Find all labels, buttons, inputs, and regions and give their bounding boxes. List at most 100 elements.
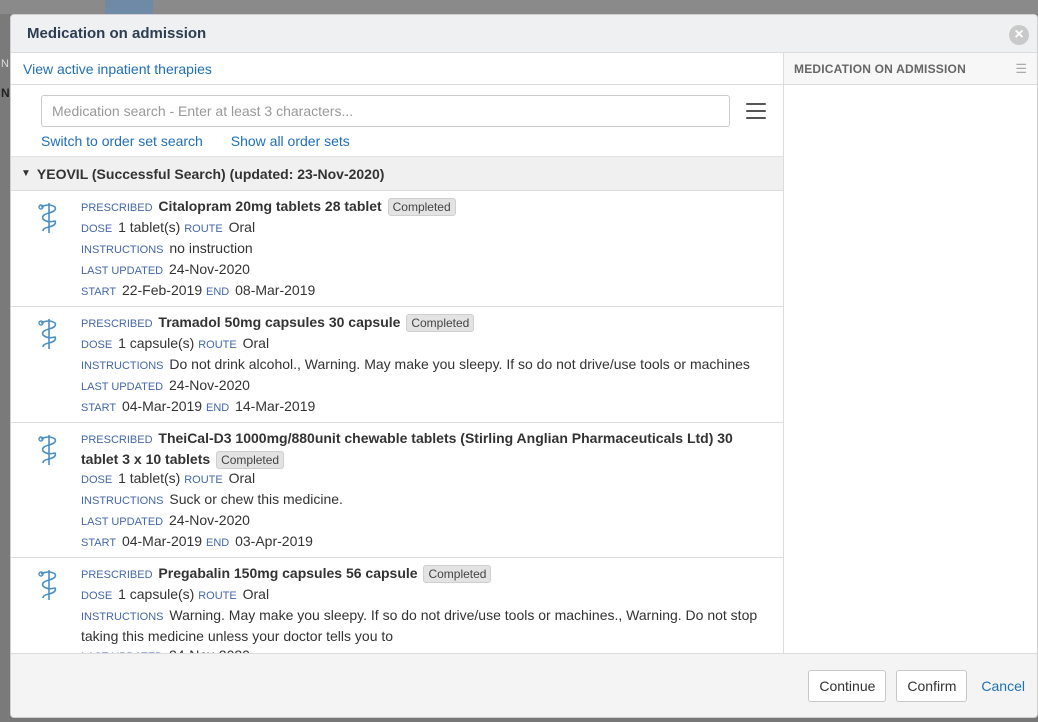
- dialog-title: Medication on admission: [27, 25, 207, 42]
- instructions-line: INSTRUCTIONS no instruction: [81, 239, 773, 260]
- menu-icon[interactable]: ☰: [1015, 61, 1027, 77]
- status-badge: Completed: [406, 314, 475, 332]
- last-updated-line: LAST UPDATED 24-Nov-2020: [81, 376, 773, 397]
- route-label: ROUTE: [184, 474, 223, 486]
- medication-list: PRESCRIBED Citalopram 20mg tablets 28 ta…: [11, 191, 783, 655]
- last-updated-value: 24-Nov-2020: [169, 512, 250, 528]
- drug-name: Pregabalin 150mg capsules 56 capsule: [158, 565, 418, 581]
- admission-pane-header: MEDICATION ON ADMISSION ☰: [784, 53, 1037, 85]
- results-group-header[interactable]: ▼ YEOVIL (Successful Search) (updated: 2…: [11, 157, 783, 191]
- end-label: END: [206, 286, 230, 298]
- instructions-label: INSTRUCTIONS: [81, 360, 164, 372]
- search-area: Switch to order set search Show all orde…: [11, 85, 783, 157]
- route-value: Oral: [228, 470, 256, 486]
- end-value: 03-Apr-2019: [235, 533, 313, 549]
- show-all-order-sets-link[interactable]: Show all order sets: [231, 133, 350, 149]
- end-label: END: [205, 537, 230, 549]
- prescribed-line: PRESCRIBED Tramadol 50mg capsules 30 cap…: [81, 313, 773, 334]
- dose-value: 1 capsule(s): [118, 335, 195, 351]
- results-group-title: YEOVIL (Successful Search) (updated: 23-…: [36, 165, 385, 182]
- background-left-edge: N N: [0, 14, 10, 722]
- prescribed-line: PRESCRIBED Pregabalin 150mg capsules 56 …: [81, 564, 773, 585]
- instructions-label: INSTRUCTIONS: [81, 244, 164, 256]
- instructions-value: Do not drink alcohol., Warning. May make…: [169, 356, 750, 372]
- view-active-therapies-link[interactable]: View active inpatient therapies: [23, 61, 212, 77]
- last-updated-value: 24-Nov-2020: [169, 377, 250, 393]
- caduceus-icon: [38, 319, 57, 349]
- medication-search-input[interactable]: [41, 95, 730, 127]
- medication-item[interactable]: PRESCRIBED TheiCal-D3 1000mg/880unit che…: [11, 423, 783, 558]
- dose-label: DOSE: [81, 474, 113, 486]
- end-value: 14-Mar-2019: [235, 398, 316, 414]
- caret-down-icon: ▼: [21, 168, 31, 179]
- background-tab: [105, 0, 153, 14]
- medication-item[interactable]: PRESCRIBED Citalopram 20mg tablets 28 ta…: [11, 191, 783, 307]
- prescribed-line: PRESCRIBED Citalopram 20mg tablets 28 ta…: [81, 197, 773, 218]
- end-value: 08-Mar-2019: [235, 282, 316, 298]
- start-label: START: [81, 286, 117, 298]
- status-badge: Completed: [387, 198, 456, 216]
- last-updated-line: LAST UPDATED 24-Nov-2020: [81, 260, 773, 281]
- admission-pane-title: MEDICATION ON ADMISSION: [794, 61, 966, 76]
- switch-to-order-set-link[interactable]: Switch to order set search: [41, 133, 203, 149]
- last-updated-label: LAST UPDATED: [81, 265, 164, 277]
- dialog-header: Medication on admission ×: [11, 15, 1037, 53]
- start-label: START: [81, 402, 117, 414]
- dose-line: DOSE 1 tablet(s) ROUTE Oral: [81, 218, 773, 239]
- route-value: Oral: [242, 586, 270, 602]
- drug-name: Tramadol 50mg capsules 30 capsule: [158, 314, 401, 330]
- background-letter-bold: N: [1, 86, 10, 100]
- cancel-link[interactable]: Cancel: [981, 678, 1025, 694]
- dose-value: 1 capsule(s): [118, 586, 195, 602]
- caduceus-icon: [38, 435, 57, 465]
- continue-button[interactable]: Continue: [808, 669, 887, 702]
- dose-label: DOSE: [81, 223, 113, 235]
- route-label: ROUTE: [184, 223, 223, 235]
- start-value: 04-Mar-2019: [121, 398, 203, 414]
- dose-label: DOSE: [81, 590, 113, 602]
- instructions-line: INSTRUCTIONS Warning. May make you sleep…: [81, 606, 773, 646]
- prescribed-label: PRESCRIBED: [81, 569, 153, 581]
- route-value: Oral: [228, 219, 256, 235]
- background-top-strip: [0, 0, 1038, 14]
- dialog-footer: Continue Confirm Cancel: [11, 653, 1037, 717]
- close-icon[interactable]: ×: [1009, 25, 1029, 45]
- medication-item[interactable]: PRESCRIBED Pregabalin 150mg capsules 56 …: [11, 558, 783, 655]
- instructions-value: Suck or chew this medicine.: [169, 491, 343, 507]
- route-label: ROUTE: [198, 590, 237, 602]
- prescribed-label: PRESCRIBED: [81, 434, 153, 446]
- drug-name: Citalopram 20mg tablets 28 tablet: [158, 198, 382, 214]
- route-value: Oral: [242, 335, 270, 351]
- start-label: START: [81, 537, 117, 549]
- medication-dialog: Medication on admission × View active in…: [10, 14, 1038, 718]
- dates-line: START 04-Mar-2019 END 14-Mar-2019: [81, 397, 773, 418]
- search-links: Switch to order set search Show all orde…: [41, 133, 771, 149]
- dates-line: START 22-Feb-2019 END 08-Mar-2019: [81, 281, 773, 302]
- search-pane: View active inpatient therapies Switch t…: [11, 53, 784, 655]
- last-updated-label: LAST UPDATED: [81, 381, 164, 393]
- search-row: [41, 95, 771, 127]
- dialog-content: View active inpatient therapies Switch t…: [11, 53, 1037, 655]
- admission-pane: MEDICATION ON ADMISSION ☰: [784, 53, 1037, 655]
- caduceus-icon: [38, 570, 57, 600]
- background-letter: N: [1, 58, 9, 70]
- prescribed-line: PRESCRIBED TheiCal-D3 1000mg/880unit che…: [81, 429, 773, 469]
- confirm-button[interactable]: Confirm: [896, 669, 968, 702]
- status-badge: Completed: [216, 451, 285, 469]
- instructions-value: Warning. May make you sleepy. If so do n…: [81, 607, 758, 644]
- dose-value: 1 tablet(s): [118, 470, 181, 486]
- search-pane-header: View active inpatient therapies: [11, 53, 783, 85]
- start-value: 22-Feb-2019: [121, 282, 203, 298]
- start-value: 04-Mar-2019: [121, 533, 203, 549]
- instructions-value: no instruction: [169, 240, 253, 256]
- end-label: END: [205, 402, 230, 414]
- caduceus-icon: [38, 203, 57, 233]
- dose-line: DOSE 1 capsule(s) ROUTE Oral: [81, 334, 773, 355]
- instructions-label: INSTRUCTIONS: [81, 611, 164, 623]
- search-options-menu-icon[interactable]: [746, 103, 766, 119]
- instructions-line: INSTRUCTIONS Do not drink alcohol., Warn…: [81, 355, 773, 376]
- dose-line: DOSE 1 capsule(s) ROUTE Oral: [81, 585, 773, 606]
- dose-line: DOSE 1 tablet(s) ROUTE Oral: [81, 469, 773, 490]
- dates-line: START 04-Mar-2019 END 03-Apr-2019: [81, 532, 773, 553]
- medication-item[interactable]: PRESCRIBED Tramadol 50mg capsules 30 cap…: [11, 307, 783, 423]
